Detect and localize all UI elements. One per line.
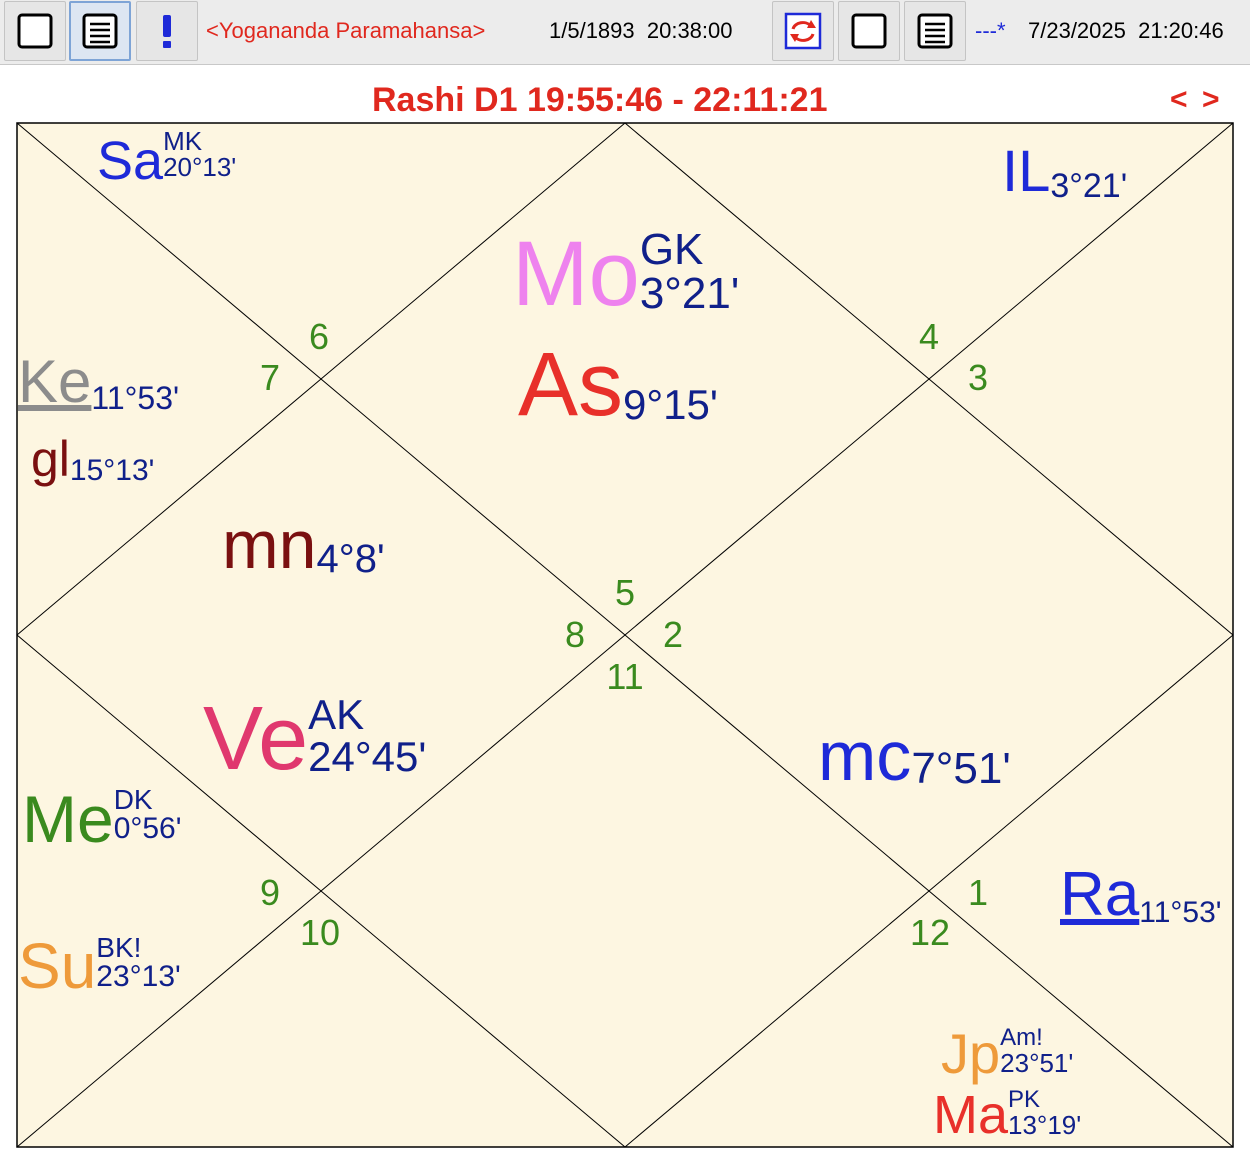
- house-number-12: 12: [909, 912, 951, 953]
- house-number-1: 1: [967, 872, 989, 913]
- degree-label: 24°45': [308, 733, 427, 780]
- karaka-label: GK: [639, 225, 704, 274]
- placement-ve[interactable]: Ve AK 24°45': [203, 694, 426, 785]
- placement-su[interactable]: Su BK! 23°13': [18, 934, 181, 999]
- house-number-4: 4: [918, 316, 940, 357]
- house-number-2: 2: [662, 614, 684, 655]
- degree-label: 20°13': [163, 152, 237, 182]
- planet-abbr: Me: [22, 782, 114, 856]
- placement-jp[interactable]: Jp Am! 23°51': [941, 1026, 1073, 1082]
- house-number-7: 7: [259, 357, 281, 398]
- karaka-label: DK: [113, 784, 153, 815]
- planet-abbr: Jp: [941, 1022, 1001, 1085]
- rashi-chart: 1 2 3 4 5 6 7 8 9 10 11 12 Sa MK 20°13' IL 3°21' Mo GK 3°2…: [0, 0, 1250, 1170]
- degree-label: 23°51': [1000, 1048, 1074, 1078]
- placement-me[interactable]: Me DK 0°56': [22, 786, 181, 853]
- placement-mo[interactable]: Mo GK 3°21': [512, 228, 739, 321]
- degree-label: 23°13': [96, 960, 181, 993]
- placement-ke[interactable]: Ke 11°53': [18, 352, 179, 415]
- karaka-label: PK: [1008, 1086, 1041, 1113]
- placement-gl[interactable]: gl 15°13': [31, 431, 154, 487]
- placement-as[interactable]: As 9°15': [518, 340, 718, 430]
- degree-label: 4°8': [316, 537, 385, 581]
- planet-abbr: gl: [31, 431, 70, 487]
- degree-label: 11°53': [91, 380, 180, 416]
- planet-abbr: Ra: [1060, 860, 1140, 929]
- house-number-5: 5: [614, 572, 636, 613]
- house-number-3: 3: [967, 357, 989, 398]
- planet-abbr: As: [518, 335, 624, 435]
- placement-ra[interactable]: Ra 11°53': [1060, 864, 1222, 928]
- planet-abbr: Sa: [97, 131, 164, 191]
- house-number-8: 8: [564, 614, 586, 655]
- placement-mc[interactable]: mc 7°51': [818, 721, 1011, 791]
- degree-label: 13°19': [1008, 1110, 1082, 1140]
- planet-abbr: Ke: [18, 348, 92, 415]
- placement-mn[interactable]: mn 4°8': [222, 511, 385, 579]
- degree-label: 9°15': [623, 381, 718, 428]
- planet-abbr: Su: [18, 930, 97, 1002]
- planet-abbr: Mo: [512, 223, 640, 325]
- karaka-label: Am!: [1000, 1024, 1043, 1051]
- placement-il[interactable]: IL 3°21': [1002, 143, 1127, 204]
- planet-abbr: Ve: [203, 689, 309, 789]
- karaka-label: MK: [163, 126, 203, 156]
- planet-abbr: Ma: [933, 1085, 1009, 1145]
- planet-abbr: mn: [222, 507, 317, 583]
- degree-label: 11°53': [1139, 896, 1222, 929]
- planet-abbr: IL: [1002, 139, 1051, 204]
- degree-label: 0°56': [113, 812, 182, 845]
- karaka-label: BK!: [96, 932, 142, 963]
- house-number-10: 10: [299, 912, 341, 953]
- degree-label: 3°21': [1050, 167, 1128, 205]
- house-number-9: 9: [259, 872, 281, 913]
- degree-label: 7°51': [911, 744, 1011, 793]
- karaka-label: AK: [308, 691, 365, 738]
- planet-abbr: mc: [818, 717, 912, 795]
- degree-label: 3°21': [639, 269, 740, 318]
- placement-ma[interactable]: Ma PK 13°19': [933, 1085, 1081, 1145]
- house-number-11: 11: [606, 656, 644, 697]
- house-number-6: 6: [308, 316, 330, 357]
- degree-label: 15°13': [69, 454, 155, 487]
- placement-sa[interactable]: Sa MK 20°13': [97, 128, 236, 191]
